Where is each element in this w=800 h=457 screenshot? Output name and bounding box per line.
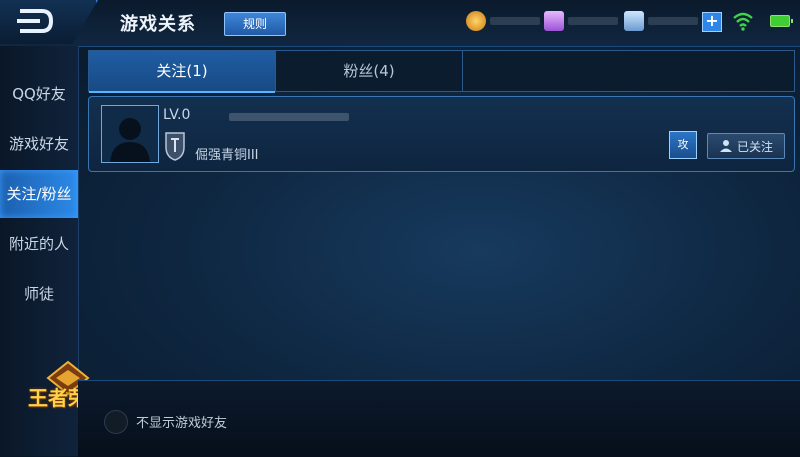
back-button[interactable]: [0, 0, 98, 44]
hide-game-friends-toggle[interactable]: [104, 410, 128, 434]
sidebar-item-mentor[interactable]: 师徒: [0, 270, 78, 318]
tab-bar: 关注(1) 粉丝(4): [88, 50, 795, 93]
sidebar-item-nearby[interactable]: 附近的人: [0, 220, 78, 268]
voucher-currency[interactable]: [624, 10, 698, 32]
top-bar: 游戏关系 规则 +: [0, 0, 800, 47]
sidebar-item-follow-fans[interactable]: 关注/粉丝: [0, 170, 78, 218]
hide-game-friends-label: 不显示游戏好友: [136, 416, 228, 431]
gold-currency[interactable]: [466, 10, 540, 32]
default-avatar-icon: [102, 106, 158, 162]
sidebar-item-qq-friends[interactable]: QQ好友: [0, 70, 78, 118]
back-icon: [17, 9, 54, 33]
followed-label: 已关注: [736, 139, 773, 154]
tab-following[interactable]: 关注(1): [89, 51, 275, 93]
bronze-rank-icon: [165, 132, 185, 161]
voucher-icon: [624, 11, 644, 31]
tab-divider: [462, 51, 463, 91]
sidebar-item-game-friends[interactable]: 游戏好友: [0, 120, 78, 168]
gem-box-icon: [544, 11, 564, 31]
wifi-icon: [733, 12, 753, 31]
followed-person-icon: [719, 140, 732, 152]
friend-row[interactable]: LV.0 倔强青铜III 攻 已关注: [88, 96, 795, 172]
avatar[interactable]: [101, 105, 159, 163]
tab-fans[interactable]: 粉丝(4): [276, 51, 462, 91]
player-level: LV.0: [163, 107, 191, 123]
diamond-currency[interactable]: [544, 10, 618, 32]
recharge-plus-button[interactable]: +: [702, 12, 722, 32]
gold-value-obscured: [490, 17, 540, 25]
rules-button[interactable]: 规则: [224, 12, 286, 36]
attack-button[interactable]: 攻: [669, 131, 697, 159]
battery-icon: [770, 15, 793, 27]
followed-button[interactable]: 已关注: [707, 133, 785, 159]
diamond-value-obscured: [568, 17, 618, 25]
rank-label: 倔强青铜III: [195, 148, 259, 163]
gold-coin-icon: [466, 11, 486, 31]
player-name-obscured: [229, 113, 349, 121]
page-title: 游戏关系: [120, 14, 196, 35]
voucher-value-obscured: [648, 17, 698, 25]
